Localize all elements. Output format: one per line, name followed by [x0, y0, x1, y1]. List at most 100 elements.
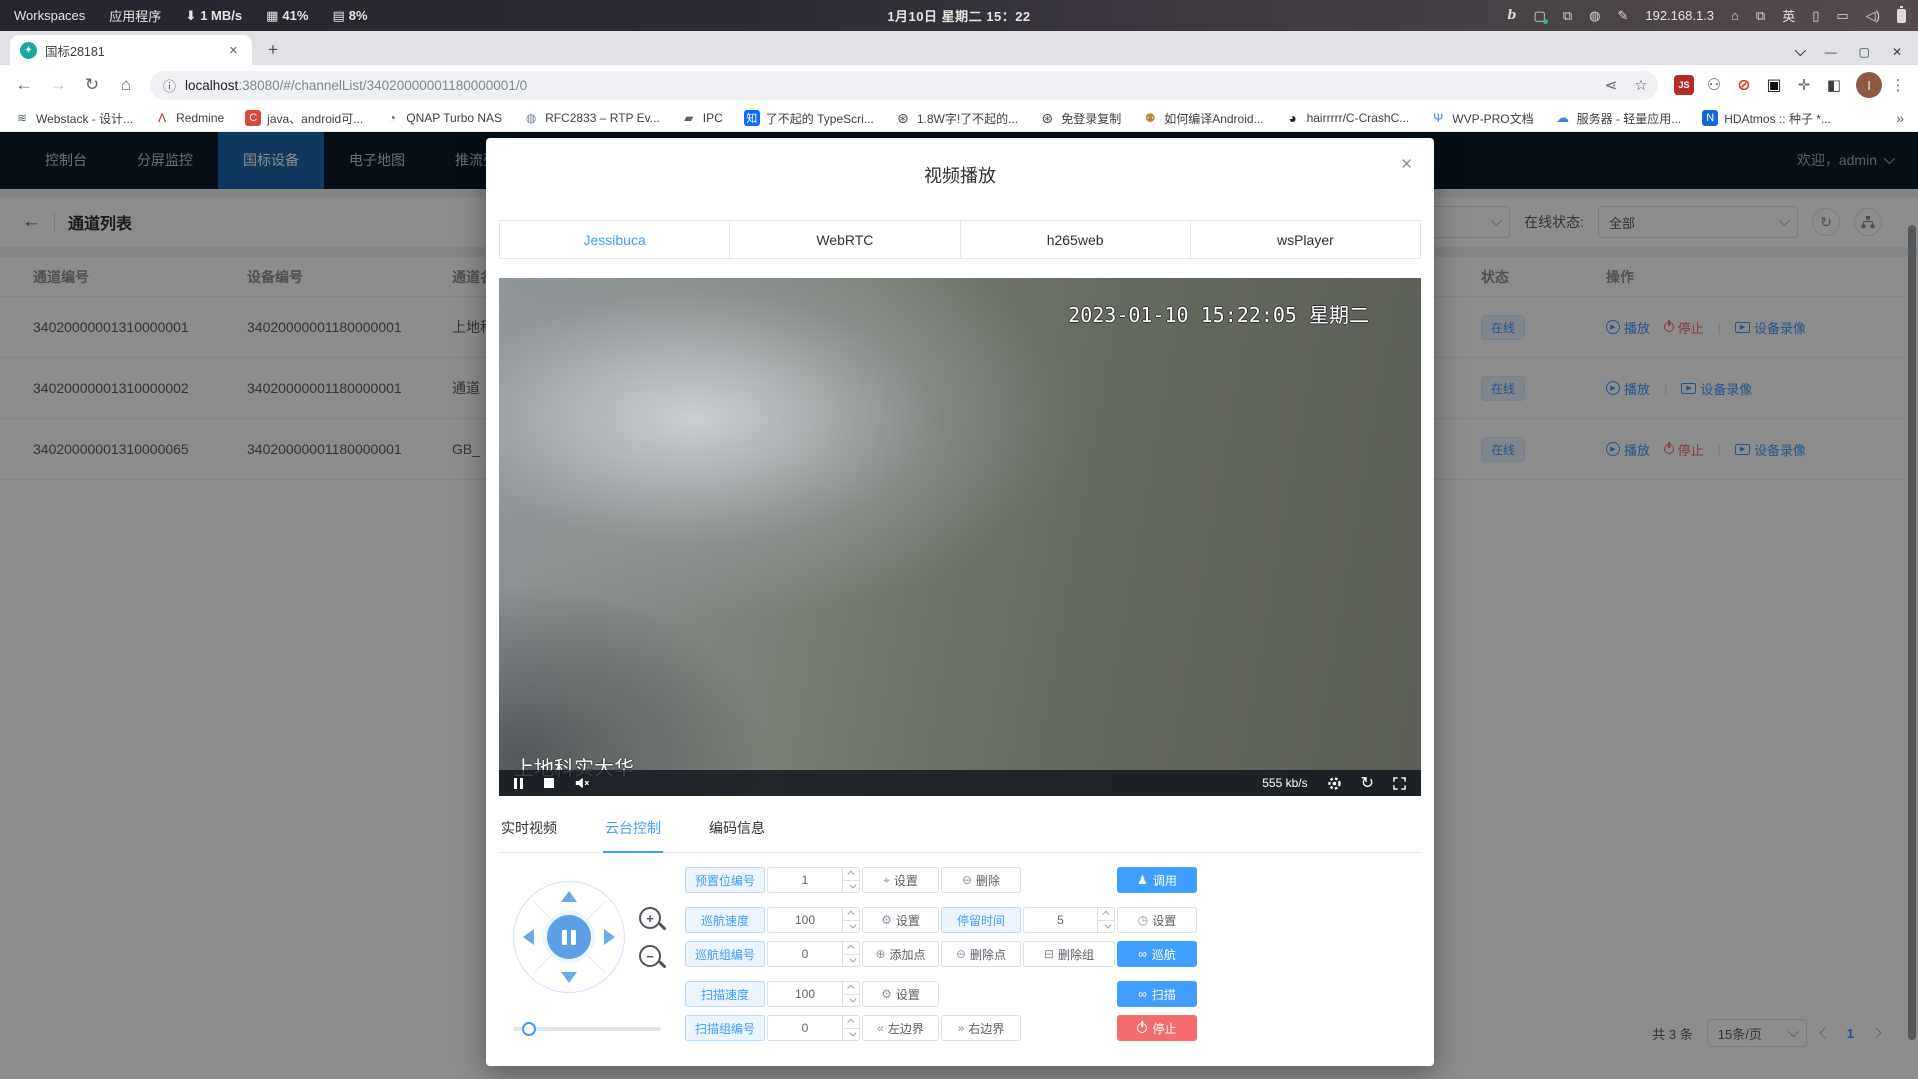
spin-down-icon[interactable] [843, 954, 859, 967]
profile-avatar[interactable]: I [1856, 72, 1882, 98]
video-player[interactable]: 2023-01-10 15:22:05 星期二 上地科实大华 555 kb/s … [499, 278, 1421, 796]
forward-button[interactable]: → [44, 71, 72, 99]
extension-qr-icon[interactable]: ▣ [1764, 75, 1784, 95]
bookmark-item[interactable]: ≋Webstack - 设计... [14, 110, 133, 127]
bookmark-item[interactable]: Cjava、android可... [245, 110, 363, 127]
clipboard-icon[interactable]: ⧉ [1563, 8, 1572, 24]
tray-app-b-icon[interactable]: b [1507, 8, 1516, 23]
display-icon[interactable]: ▭ [1836, 8, 1848, 24]
preset-set-button[interactable]: ⌖设置 [862, 867, 939, 893]
bookmark-item[interactable]: NHDAtmos :: 种子 *... [1702, 110, 1831, 127]
spin-down-icon[interactable] [843, 920, 859, 933]
tray-notification-icon[interactable]: ▢ [1534, 8, 1546, 24]
extensions-puzzle-icon[interactable]: ✛ [1794, 75, 1814, 95]
site-info-icon[interactable]: ⓘ [163, 76, 176, 95]
fullscreen-icon[interactable] [1393, 777, 1406, 790]
extension-adblock-icon[interactable]: ⊘ [1734, 75, 1754, 95]
ime-indicator[interactable]: 英 [1782, 6, 1795, 25]
spin-up-icon[interactable] [843, 908, 859, 920]
clock[interactable]: 1月10日 星期二 15：22 [887, 6, 1030, 25]
battery-icon[interactable] [1897, 9, 1906, 23]
preset-call-button[interactable]: ♟调用 [1117, 867, 1197, 893]
dialog-close-icon[interactable]: ✕ [1400, 155, 1413, 173]
scan-group-stepper[interactable] [767, 1015, 860, 1041]
ip-address-indicator[interactable]: 192.168.1.3 [1645, 8, 1714, 23]
extension-privacy-icon[interactable]: ⚇ [1704, 75, 1724, 95]
window-minimize-button[interactable]: — [1825, 45, 1837, 59]
tab-search-icon[interactable] [1794, 45, 1805, 56]
bookmark-star-icon[interactable]: ☆ [1628, 72, 1654, 98]
spin-up-icon[interactable] [843, 982, 859, 994]
applications-menu[interactable]: 应用程序 [109, 6, 161, 25]
bookmark-item[interactable]: ΛRedmine [154, 110, 224, 126]
bookmark-item[interactable]: ◍RFC2833 – RTP Ev... [523, 110, 660, 126]
home-indicator-icon[interactable]: ⌂ [1731, 8, 1739, 23]
spin-down-icon[interactable] [1098, 920, 1114, 933]
home-button[interactable]: ⌂ [112, 71, 140, 99]
tray-jar-icon[interactable]: ◍ [1589, 8, 1600, 24]
ptz-stop-button[interactable]: 停止 [1117, 1015, 1197, 1041]
zoom-in-icon[interactable]: + [639, 907, 661, 929]
address-bar[interactable]: ⓘ localhost:38080/#/channelList/34020000… [150, 71, 1658, 100]
spin-up-icon[interactable] [843, 942, 859, 954]
window-close-button[interactable]: ✕ [1892, 45, 1902, 59]
bookmark-item[interactable]: ΨWVP-PRO文档 [1430, 110, 1533, 127]
bookmarks-overflow-button[interactable]: » [1896, 110, 1904, 126]
ptz-center-pause-button[interactable] [543, 911, 595, 963]
bookmark-item[interactable]: ◔QNAP Turbo NAS [384, 110, 502, 126]
stay-time-stepper[interactable] [1023, 907, 1115, 933]
window-maximize-button[interactable]: ▢ [1859, 45, 1870, 59]
bookmark-item[interactable]: 知了不起的 TypeScri... [744, 110, 874, 127]
bookmark-folder[interactable]: ▰IPC [681, 110, 723, 126]
extension-js-icon[interactable]: JS [1674, 75, 1694, 95]
bookmark-item[interactable]: ◕hairrrrr/C-CrashC... [1285, 110, 1410, 126]
preset-number-stepper[interactable] [767, 867, 860, 893]
new-tab-button[interactable]: + [260, 37, 286, 63]
player-refresh-icon[interactable]: ↻ [1361, 773, 1374, 793]
bookmark-item[interactable]: ⊛免登录复制 [1039, 110, 1121, 127]
back-button[interactable]: ← [10, 71, 38, 99]
ptz-left-arrow[interactable] [523, 929, 534, 945]
tab-jessibuca[interactable]: Jessibuca [500, 221, 729, 258]
player-settings-icon[interactable] [1327, 776, 1342, 791]
tab-wsplayer[interactable]: wsPlayer [1190, 221, 1420, 258]
ptz-right-arrow[interactable] [604, 929, 615, 945]
cruise-delete-group-button[interactable]: ⊟删除组 [1023, 941, 1115, 967]
scan-speed-set-button[interactable]: ⚙设置 [862, 981, 939, 1007]
tab-encoding-info[interactable]: 编码信息 [707, 814, 767, 852]
spin-down-icon[interactable] [843, 994, 859, 1007]
cruise-group-stepper[interactable] [767, 941, 860, 967]
cruise-speed-set-button[interactable]: ⚙设置 [862, 907, 939, 933]
spin-down-icon[interactable] [843, 880, 859, 893]
workspaces-button[interactable]: Workspaces [14, 8, 85, 23]
scan-left-boundary-button[interactable]: «左边界 [862, 1015, 939, 1041]
slider-handle[interactable] [522, 1022, 536, 1036]
scan-start-button[interactable]: ∞扫描 [1117, 981, 1197, 1007]
volume-muted-icon[interactable] [575, 777, 590, 789]
spin-up-icon[interactable] [1098, 908, 1114, 920]
share-icon[interactable]: ⋖ [1598, 72, 1624, 98]
ptz-down-arrow[interactable] [561, 972, 577, 983]
browser-tab[interactable]: ✦ 国标28181 ✕ [10, 35, 252, 65]
volume-icon[interactable]: ◁) [1866, 8, 1880, 24]
ptz-up-arrow[interactable] [561, 891, 577, 902]
bookmark-item[interactable]: ☁服务器 - 轻量应用... [1555, 110, 1682, 127]
spin-down-icon[interactable] [843, 1028, 859, 1041]
scan-speed-stepper[interactable] [767, 981, 860, 1007]
spin-up-icon[interactable] [843, 1016, 859, 1028]
cruise-start-button[interactable]: ∞巡航 [1117, 941, 1197, 967]
screenshot-tool-icon[interactable]: ✎ [1617, 8, 1628, 24]
bookmark-item[interactable]: ⊛1.8W字!了不起的... [895, 110, 1018, 127]
cruise-add-point-button[interactable]: ⊕添加点 [862, 941, 939, 967]
zoom-out-icon[interactable]: − [639, 945, 661, 967]
cruise-speed-stepper[interactable] [767, 907, 860, 933]
tab-webrtc[interactable]: WebRTC [729, 221, 959, 258]
pause-icon[interactable] [514, 778, 523, 789]
spin-up-icon[interactable] [843, 868, 859, 880]
side-panel-icon[interactable]: ◧ [1824, 75, 1844, 95]
bookmark-item[interactable]: ⚉如何编译Android... [1142, 110, 1263, 127]
stop-square-icon[interactable] [544, 778, 554, 788]
scan-right-boundary-button[interactable]: »右边界 [941, 1015, 1021, 1041]
phone-link-icon[interactable]: ▯ [1812, 8, 1819, 24]
browser-menu-icon[interactable]: ⋮ [1888, 76, 1908, 94]
